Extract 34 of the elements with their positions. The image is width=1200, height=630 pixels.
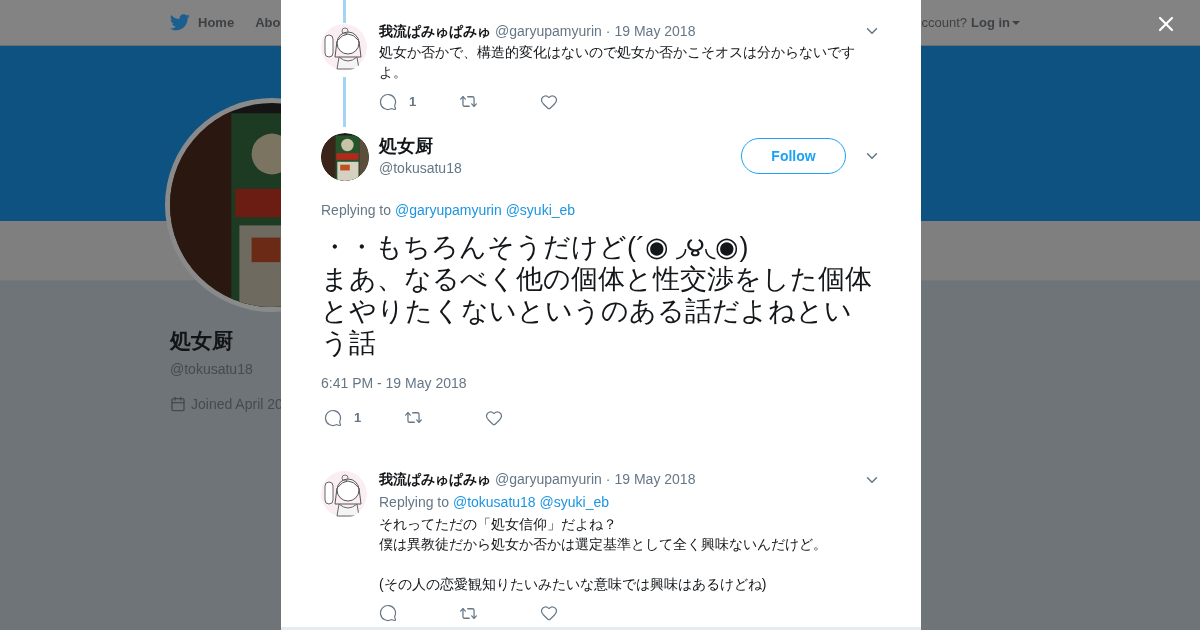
nav-link[interactable]: Abo (255, 12, 281, 33)
tweet-text: ・・もちろんそうだけど(´◉ ◞౪◟◉) まあ、なるべく他の個体と性交渉をした個体 とやりたくないというのある話だよねとい う話 (321, 231, 873, 359)
user-handle[interactable]: @garyupamyurin (495, 469, 602, 490)
mention-link[interactable]: @syuki_eb (539, 493, 609, 510)
profile-name: 処女厨 (170, 328, 233, 354)
like-icon[interactable] (540, 604, 558, 622)
tweet-text: それってただの「処女信仰」だよね？ 僕は異教徒だから処女か否かは選定基準として全く興味ないんだけど。 (その人の恋愛観知りたいみたいな意味では興味はあるけどね) (379, 514, 828, 594)
user-handle[interactable]: @tokusatu18 (379, 158, 462, 179)
login-button[interactable]: Log in (971, 12, 1020, 33)
nav-link[interactable]: Home (170, 12, 235, 33)
reply-icon[interactable] (379, 604, 397, 622)
like-icon[interactable] (540, 92, 558, 111)
user-name[interactable]: 処女厨 (379, 134, 433, 158)
tweet-text: 処女か否かで、構造的変化はないので処女か否かこそオスは分からないです よ。 (379, 43, 856, 82)
user-name[interactable]: 我流ぱみゅぱみゅ (379, 20, 491, 42)
separator-dot: · (605, 470, 611, 489)
user-name[interactable]: 我流ぱみゅぱみゅ (379, 469, 491, 490)
replying-to-text: Replying to @tokusatu18 @syuki_eb (379, 492, 610, 512)
reply-count: 1 (409, 93, 417, 111)
like-icon[interactable] (485, 408, 503, 427)
user-handle[interactable]: @garyupamyurin (495, 20, 602, 42)
tweet-timestamp[interactable]: 6:41 PM - 19 May 2018 (321, 373, 467, 394)
reply-icon[interactable] (379, 92, 397, 111)
reply-count: 1 (354, 409, 362, 427)
reply-icon[interactable] (324, 408, 342, 427)
calendar-icon (170, 396, 186, 412)
replying-to-text: Replying to @garyupamyurin @syuki_eb (321, 201, 577, 220)
mention-link[interactable]: @garyupamyurin (394, 202, 502, 218)
mention-link[interactable]: @tokusatu18 (452, 493, 536, 510)
tweet-date[interactable]: 19 May 2018 (614, 469, 696, 490)
separator-dot: · (605, 21, 611, 41)
tweet-date[interactable]: 19 May 2018 (614, 20, 696, 42)
mention-link[interactable]: @syuki_eb (505, 202, 576, 218)
account-prompt: ccount? (921, 13, 967, 32)
